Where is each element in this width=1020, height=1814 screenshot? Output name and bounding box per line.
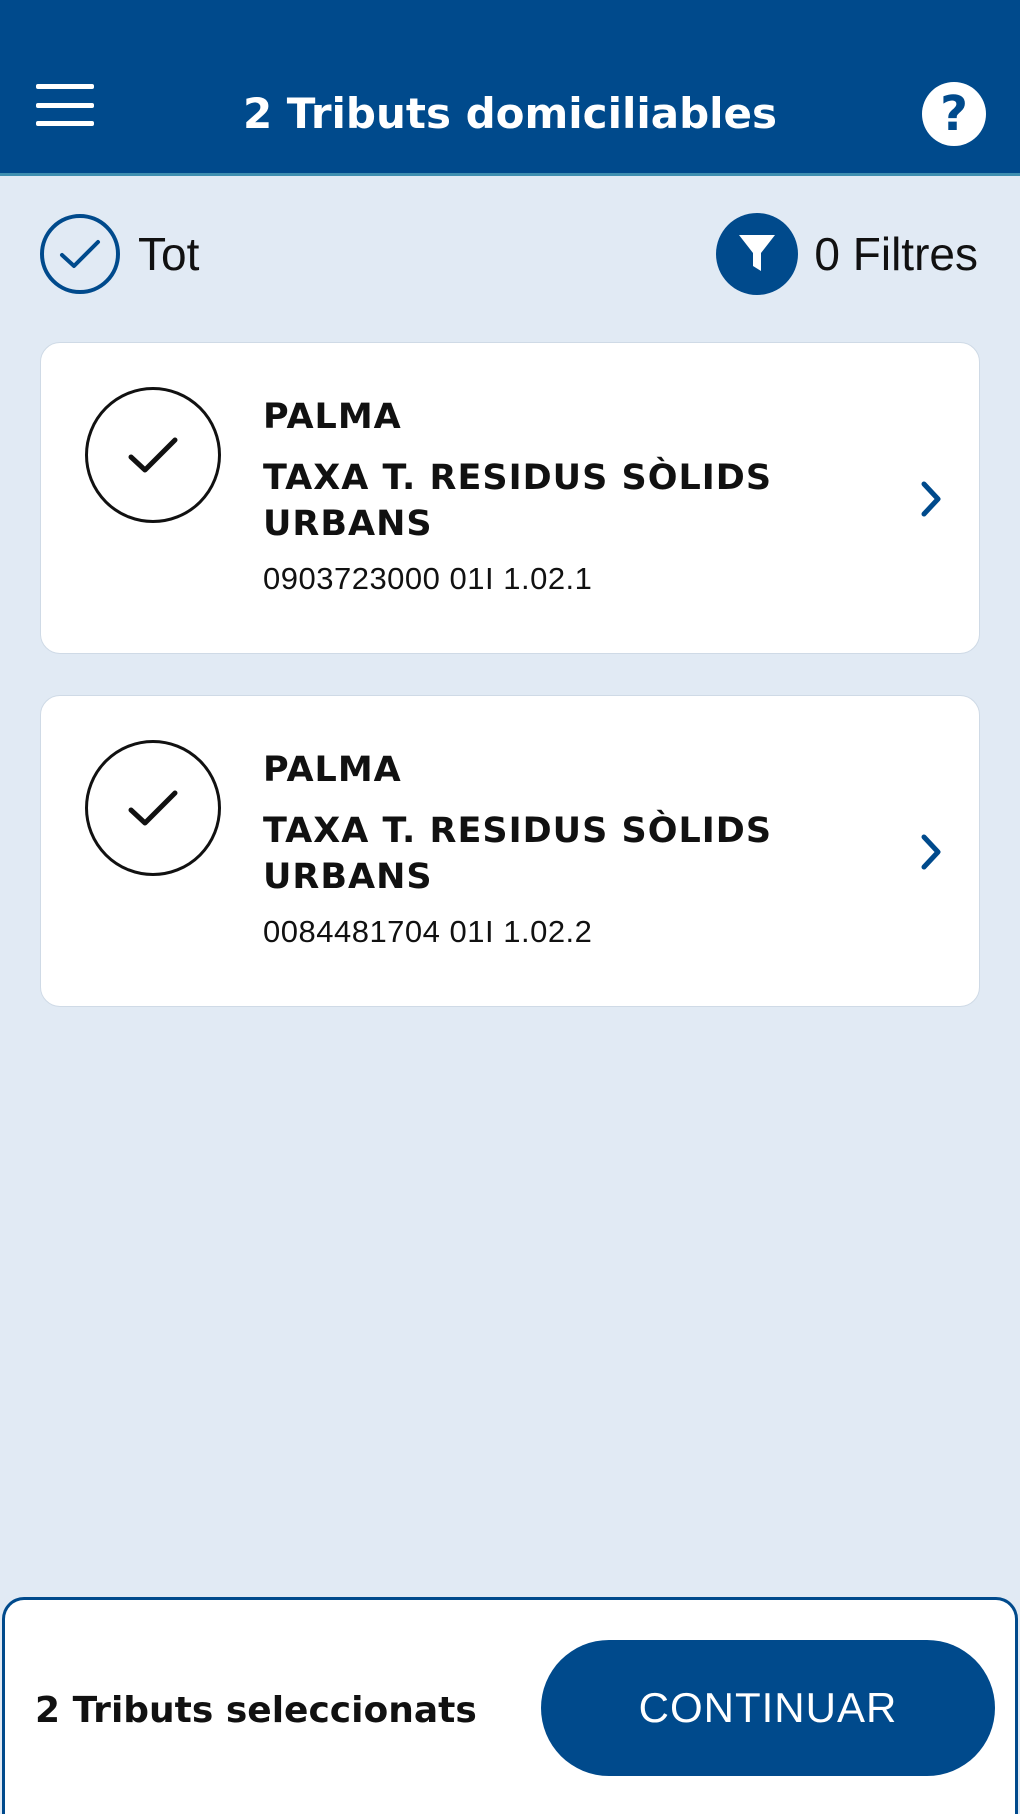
list-item[interactable]: PALMA TAXA T. RESIDUS SÒLIDS URBANS 0903…: [40, 342, 980, 654]
continue-button[interactable]: CONTINUAR: [541, 1640, 995, 1776]
item-city: PALMA: [263, 397, 402, 437]
hamburger-menu-icon[interactable]: [36, 84, 94, 126]
checkmark-circle-icon[interactable]: [85, 387, 221, 523]
item-tax-name: TAXA T. RESIDUS SÒLIDS URBANS: [263, 811, 773, 897]
filters-button[interactable]: 0 Filtres: [716, 213, 978, 295]
item-tax-name: TAXA T. RESIDUS SÒLIDS URBANS: [263, 458, 773, 544]
help-icon[interactable]: ?: [922, 82, 986, 146]
filter-funnel-icon: [716, 213, 799, 295]
chevron-right-icon[interactable]: [913, 830, 949, 874]
item-reference: 0903723000 01I 1.02.1: [263, 561, 593, 596]
item-city: PALMA: [263, 750, 402, 790]
selected-count-label: 2 Tributs seleccionats: [35, 1690, 477, 1731]
checkmark-circle-icon[interactable]: [85, 740, 221, 876]
item-reference: 0084481704 01I 1.02.2: [263, 914, 593, 949]
chevron-right-icon[interactable]: [913, 477, 949, 521]
check-circle-icon: [40, 214, 120, 294]
bottom-action-bar: 2 Tributs seleccionats CONTINUAR: [2, 1597, 1018, 1814]
page-title: 2 Tributs domiciliables: [242, 89, 778, 138]
item-details: PALMA TAXA T. RESIDUS SÒLIDS URBANS 0084…: [263, 748, 823, 954]
app-header: 2 Tributs domiciliables ?: [0, 0, 1020, 176]
item-details: PALMA TAXA T. RESIDUS SÒLIDS URBANS 0903…: [263, 395, 823, 601]
select-all-label: Tot: [138, 228, 200, 280]
select-all-toggle[interactable]: Tot: [40, 214, 199, 294]
list-item[interactable]: PALMA TAXA T. RESIDUS SÒLIDS URBANS 0084…: [40, 695, 980, 1007]
filters-label: 0 Filtres: [814, 228, 978, 280]
